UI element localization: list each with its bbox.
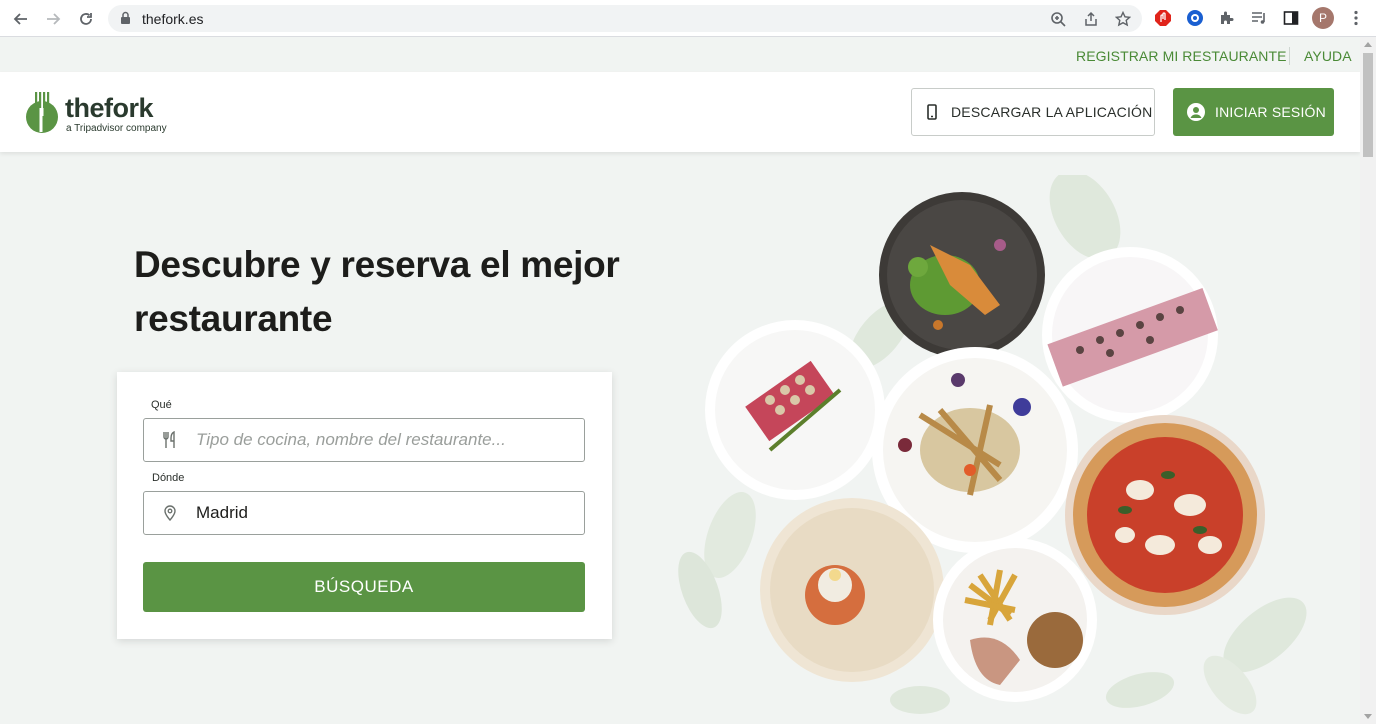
logo-tagline: a Tripadvisor company — [66, 123, 167, 134]
where-label: Dónde — [152, 472, 185, 484]
golden-plate-dish — [760, 498, 944, 682]
what-field[interactable] — [143, 418, 585, 462]
utility-nav: REGISTRAR MI RESTAURANTE AYUDA — [0, 37, 1360, 72]
scrollbar-thumb[interactable] — [1363, 53, 1373, 157]
side-panel-icon[interactable] — [1281, 8, 1301, 28]
user-avatar-icon — [1187, 103, 1205, 121]
where-input[interactable] — [196, 503, 576, 523]
search-button[interactable]: BÚSQUEDA — [143, 562, 585, 612]
download-app-label: DESCARGAR LA APLICACIÓN — [951, 104, 1153, 120]
what-input[interactable] — [196, 430, 576, 450]
logo-wordmark: thefork — [65, 93, 154, 123]
reading-list-icon[interactable] — [1249, 8, 1269, 28]
register-restaurant-link[interactable]: REGISTRAR MI RESTAURANTE — [1076, 48, 1287, 64]
blue-circle-extension-icon[interactable] — [1185, 8, 1205, 28]
zoom-icon[interactable] — [1049, 10, 1067, 28]
page-scrollbar[interactable] — [1360, 37, 1376, 724]
leaf-shape — [1105, 672, 1175, 708]
scroll-down-arrow-icon[interactable] — [1364, 714, 1372, 719]
where-field[interactable] — [143, 491, 585, 535]
fork-leaf-logo-icon — [26, 90, 58, 133]
address-bar[interactable]: thefork.es — [108, 5, 1142, 32]
extensions-puzzle-icon[interactable] — [1217, 8, 1237, 28]
what-label: Qué — [151, 399, 172, 411]
login-label: INICIAR SESIÓN — [1215, 104, 1326, 120]
leaf-shape — [890, 686, 950, 714]
scroll-up-arrow-icon[interactable] — [1364, 42, 1372, 47]
help-link[interactable]: AYUDA — [1304, 48, 1352, 64]
lock-icon — [120, 11, 131, 30]
pink-tartare-plate-dish — [1042, 247, 1218, 423]
hero-headline: Descubre y reserva el mejor restaurante — [134, 238, 694, 346]
dark-plate-dish — [879, 192, 1045, 358]
thefork-logo[interactable]: thefork a Tripadvisor company — [24, 90, 184, 136]
download-app-button[interactable]: DESCARGAR LA APLICACIÓN — [911, 88, 1155, 136]
cutlery-icon — [144, 431, 196, 449]
forward-arrow-icon[interactable] — [42, 8, 64, 30]
utility-divider — [1289, 47, 1290, 65]
back-arrow-icon[interactable] — [10, 8, 32, 30]
site-header: thefork a Tripadvisor company DESCARGAR … — [0, 72, 1360, 152]
headline-line-1: Descubre y reserva el mejor — [134, 244, 620, 285]
browser-toolbar: thefork.es P — [0, 0, 1376, 37]
share-icon[interactable] — [1082, 10, 1100, 28]
location-pin-icon — [144, 505, 196, 521]
browser-menu-icon[interactable] — [1346, 8, 1366, 28]
login-button[interactable]: INICIAR SESIÓN — [1173, 88, 1334, 136]
terrine-plate-dish — [705, 320, 885, 500]
smartphone-icon — [927, 104, 937, 120]
food-dishes-illustration — [678, 175, 1307, 715]
headline-line-2: restaurante — [134, 298, 333, 339]
reload-icon[interactable] — [75, 8, 97, 30]
burger-fries-plate-dish — [933, 538, 1097, 702]
profile-avatar[interactable]: P — [1312, 7, 1334, 29]
url-text: thefork.es — [142, 11, 204, 27]
pizza-dish — [1065, 415, 1265, 615]
adblock-extension-icon[interactable] — [1153, 8, 1173, 28]
bookmark-star-icon[interactable] — [1114, 10, 1132, 28]
search-card: Qué Dónde BÚSQUEDA — [117, 372, 612, 639]
